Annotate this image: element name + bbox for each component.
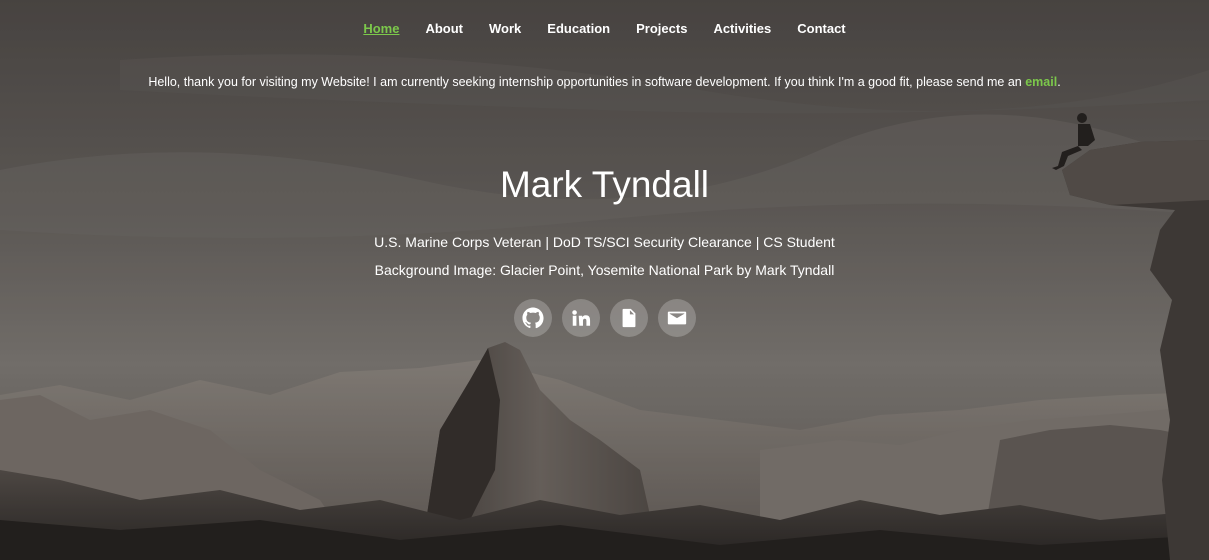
github-icon: [521, 307, 544, 329]
notice-text: Hello, thank you for visiting my Website…: [148, 75, 1026, 89]
email-link[interactable]: email: [1025, 75, 1057, 89]
document-icon: [622, 308, 635, 328]
github-button[interactable]: [513, 299, 552, 337]
nav-item-home[interactable]: Home: [363, 19, 399, 39]
hero-section: Home About Work Education Projects Activ…: [0, 0, 1209, 560]
resume-button[interactable]: [609, 299, 648, 337]
social-links: [0, 299, 1209, 337]
mail-icon: [667, 311, 686, 325]
tagline: U.S. Marine Corps Veteran | DoD TS/SCI S…: [374, 234, 835, 250]
image-credit: Background Image: Glacier Point, Yosemit…: [374, 262, 835, 278]
nav-item-activities[interactable]: Activities: [713, 19, 771, 39]
notice-end: .: [1057, 75, 1061, 89]
nav-item-work[interactable]: Work: [489, 19, 521, 39]
main-nav: Home About Work Education Projects Activ…: [0, 19, 1209, 39]
page-title: Mark Tyndall: [499, 164, 710, 205]
linkedin-icon: [571, 310, 590, 326]
nav-item-contact[interactable]: Contact: [797, 19, 845, 39]
nav-item-about[interactable]: About: [425, 19, 463, 39]
nav-item-education[interactable]: Education: [547, 19, 610, 39]
internship-notice: Hello, thank you for visiting my Website…: [0, 73, 1209, 91]
nav-item-projects[interactable]: Projects: [636, 19, 687, 39]
email-button[interactable]: [657, 299, 696, 337]
linkedin-button[interactable]: [561, 299, 600, 337]
